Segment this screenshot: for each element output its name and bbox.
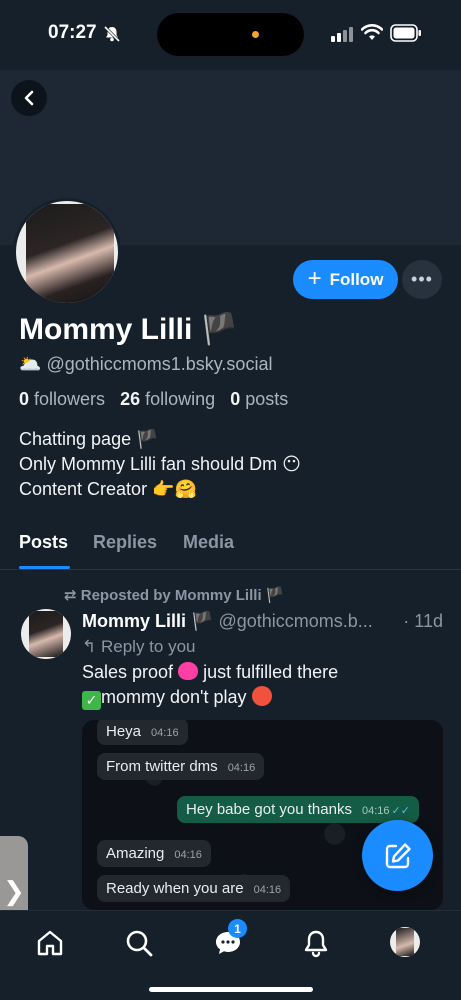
reply-arrow-icon: ↰	[82, 637, 97, 656]
more-options-button[interactable]: •••	[402, 260, 442, 299]
check-mark-icon: ✓	[82, 691, 101, 710]
reply-to-label: Reply to you	[100, 637, 196, 656]
post-text-part: mommy don't play	[101, 687, 247, 707]
followers-count: 0	[19, 389, 30, 409]
chat-text: Amazing	[106, 845, 165, 862]
repost-label: Reposted by Mommy Lilli 🏴	[80, 587, 285, 604]
chat-bubble: Amazing 04:16	[97, 840, 211, 867]
post-text: Sales proof just fulfilled there ✓ mommy …	[82, 660, 338, 710]
post-text-part: just fulfilled there	[203, 662, 339, 682]
active-tab-indicator	[19, 566, 70, 569]
back-button[interactable]	[11, 80, 47, 116]
more-icon: •••	[411, 269, 433, 289]
home-indicator	[149, 987, 313, 992]
bio-line: Chatting page 🏴	[19, 429, 159, 449]
chevron-left-icon	[24, 90, 34, 106]
handle-row: 🌥️ @gothiccmoms1.bsky.social	[19, 354, 272, 375]
follow-label: Follow	[329, 269, 384, 289]
status-bar: 07:27	[0, 0, 461, 70]
plus-icon: +	[307, 264, 322, 292]
search-icon	[126, 930, 153, 957]
chat-text: Hey babe got you thanks	[186, 801, 352, 818]
hot-face-icon	[251, 686, 272, 706]
chevron-right-icon: ❯	[3, 875, 25, 906]
chat-bubble: Ready when you are 04:16	[97, 875, 291, 902]
tab-replies[interactable]: Replies	[93, 532, 157, 553]
status-time: 07:27	[48, 22, 97, 43]
read-ticks-icon: ✓✓	[391, 805, 410, 817]
chat-text: From twitter dms	[106, 758, 218, 775]
posts-count: 0	[230, 389, 241, 409]
post-author[interactable]: Mommy Lilli 🏴	[82, 611, 213, 631]
signal-icon	[331, 26, 353, 47]
post-text-part: Sales proof	[82, 662, 174, 682]
profile-handle: @gothiccmoms1.bsky.social	[46, 354, 273, 374]
sun-cloud-icon: 🌥️	[19, 354, 42, 374]
chat-time: 04:16	[227, 762, 256, 774]
home-icon	[37, 930, 63, 956]
wifi-icon	[360, 24, 384, 47]
posts-label: posts	[245, 389, 289, 409]
following-label: following	[145, 389, 216, 409]
display-name: Mommy Lilli 🏴	[19, 313, 239, 346]
post-handle[interactable]: @gothiccmoms.b...	[218, 611, 372, 631]
chat-time: 04:16	[361, 805, 390, 817]
follow-button[interactable]: + Follow	[293, 260, 398, 299]
chat-time: 04:16	[151, 727, 179, 739]
pink-heart-icon	[178, 662, 199, 680]
bio-line: Only Mommy Lilli fan should Dm 😶	[19, 454, 301, 474]
post-text-line: Sales proof just fulfilled there	[82, 660, 338, 685]
followers-label: followers	[34, 389, 106, 409]
bio-line: Content Creator 👉🤗	[19, 479, 197, 499]
reply-to[interactable]: ↰ Reply to you	[82, 637, 195, 657]
following-stat[interactable]: 26 following	[120, 389, 215, 409]
following-count: 26	[120, 389, 141, 409]
nav-notifications[interactable]	[300, 927, 332, 959]
chat-time: 04:16	[253, 884, 282, 896]
nav-avatar-photo	[396, 928, 414, 956]
battery-icon	[390, 24, 422, 47]
profile-tabs: Posts Replies Media	[0, 530, 461, 570]
bottom-nav: 1	[0, 910, 461, 1000]
post-time: · 11d	[403, 611, 443, 631]
tab-posts[interactable]: Posts	[19, 532, 68, 553]
post-text-line: ✓ mommy don't play	[82, 685, 338, 710]
post-header: Mommy Lilli 🏴 @gothiccmoms.b... · 11d	[82, 611, 447, 632]
chat-text: Ready when you are	[106, 880, 244, 897]
compose-icon	[385, 842, 411, 868]
posts-stat: 0 posts	[230, 389, 288, 409]
repost-icon: ⇄	[64, 587, 77, 604]
nav-search[interactable]	[123, 927, 155, 959]
profile-avatar[interactable]	[13, 198, 121, 306]
tab-media[interactable]: Media	[183, 532, 234, 553]
followers-stat[interactable]: 0 followers	[19, 389, 105, 409]
stats-row: 0 followers 26 following 0 posts	[19, 389, 288, 410]
chat-badge: 1	[228, 919, 247, 938]
nav-chat[interactable]: 1	[212, 919, 247, 959]
repost-line: ⇄ Reposted by Mommy Lilli 🏴	[64, 586, 284, 604]
chat-bubble: Heya 04:16	[97, 720, 188, 745]
nav-home[interactable]	[34, 927, 66, 959]
chat-text: Heya	[106, 723, 142, 740]
compose-button[interactable]	[362, 820, 433, 891]
bell-icon	[304, 930, 328, 958]
post-avatar-photo	[29, 611, 63, 657]
bell-slash-icon	[103, 25, 121, 48]
nav-profile-avatar[interactable]	[390, 927, 420, 957]
post-avatar[interactable]	[21, 609, 71, 659]
avatar-photo	[26, 204, 114, 303]
chat-bubble-outgoing: Hey babe got you thanks 04:16 ✓✓	[177, 796, 419, 823]
dynamic-island	[157, 13, 304, 56]
profile-bio: Chatting page 🏴 Only Mommy Lilli fan sho…	[19, 427, 301, 502]
chat-bubble: From twitter dms 04:16	[97, 753, 265, 780]
chat-time: 04:16	[174, 849, 202, 861]
